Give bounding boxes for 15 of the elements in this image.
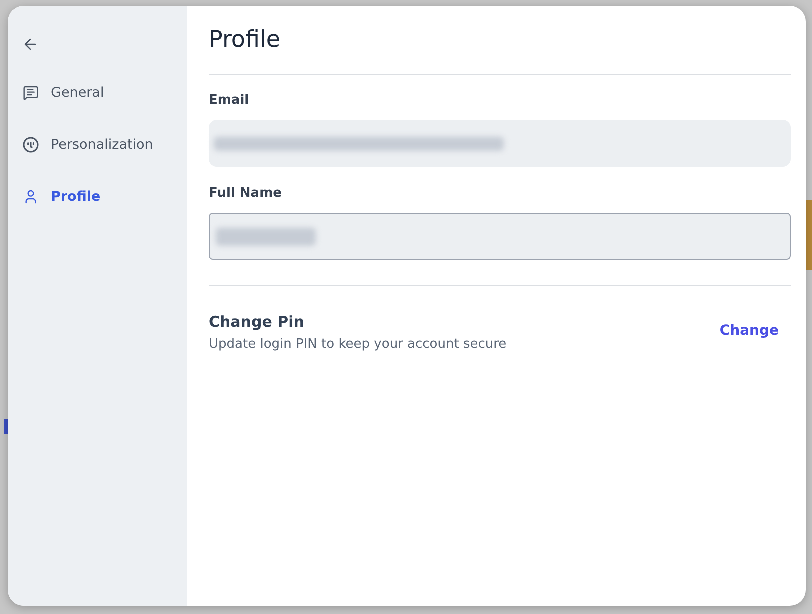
backdrop-bar [4, 419, 8, 434]
section-description: Update login PIN to keep your account secure [209, 336, 507, 354]
sidebar-item[interactable]: General [8, 73, 187, 113]
field-label: Email [209, 92, 250, 110]
page-title: Profile [209, 26, 282, 55]
field-label: Full Name [209, 185, 282, 203]
section-title: Change Pin [209, 312, 306, 333]
sidebar-item[interactable]: Personalization [8, 125, 187, 165]
user-icon [23, 189, 39, 205]
backdrop-image-edge [806, 200, 812, 270]
sidebar-item[interactable]: Profile [8, 177, 187, 217]
input-field[interactable] [209, 213, 791, 260]
face-icon [23, 137, 39, 153]
change-link[interactable]: Change [720, 321, 779, 341]
message-icon [23, 85, 39, 101]
